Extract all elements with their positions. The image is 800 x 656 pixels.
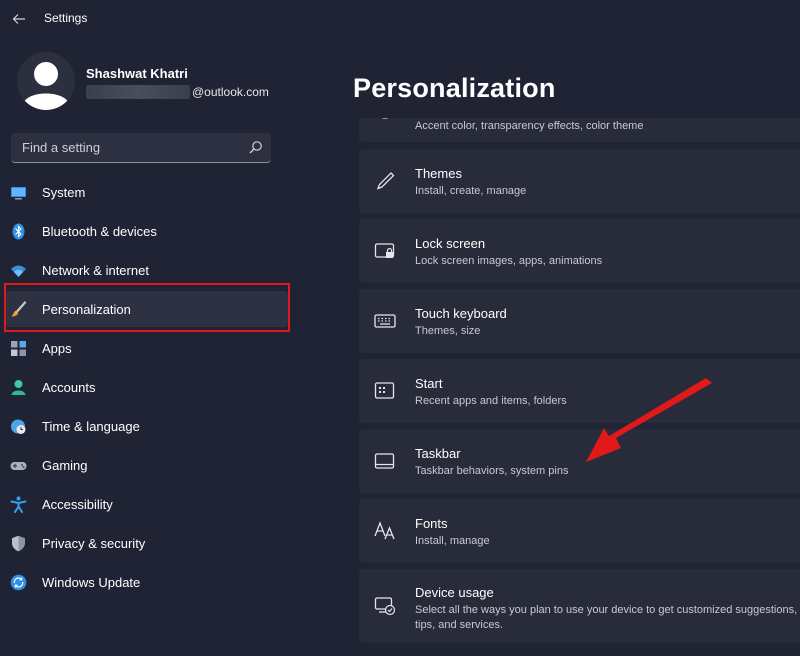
search-placeholder: Find a setting [22,140,101,155]
card-subtitle: Lock screen images, apps, animations [415,255,603,267]
sidebar-item-time-language[interactable]: Time & language [4,408,288,444]
sidebar-item-windows-update[interactable]: Windows Update [4,564,288,600]
sidebar-item-label: Time & language [42,419,140,434]
fonts-icon [374,521,395,540]
sidebar-item-label: Gaming [42,458,88,473]
card-subtitle: Recent apps and items, folders [415,395,567,407]
bluetooth-icon [12,223,25,240]
sidebar-item-apps[interactable]: Apps [4,330,288,366]
search-icon [249,141,262,154]
card-subtitle: Select all the ways you plan to use your… [415,604,798,631]
sidebar-item-bluetooth[interactable]: Bluetooth & devices [4,213,288,249]
settings-window: Settings Shashwat Khatri @outlook.com Fi… [0,0,800,656]
search-input[interactable]: Find a setting [11,133,271,163]
sidebar-item-label: System [42,185,86,200]
user-email: @outlook.com [86,83,269,101]
sidebar-item-label: Privacy & security [42,536,146,551]
apps-icon [11,341,26,356]
sidebar-item-gaming[interactable]: Gaming [4,447,288,483]
user-name: Shashwat Khatri [86,66,188,81]
card-subtitle: Install, manage [415,535,490,547]
card-subtitle: Themes, size [415,325,481,337]
annotation-arrow [586,378,712,462]
taskbar-icon [374,453,395,469]
card-title: Touch keyboard [415,306,507,321]
sidebar-item-label: Accessibility [42,497,113,512]
lock-screen-icon [374,243,395,258]
sidebar-item-label: Bluetooth & devices [42,224,157,239]
sidebar-item-system[interactable]: System [4,174,288,210]
email-redaction [86,85,190,99]
card-device-usage[interactable]: Device usage Select all the ways you pla… [359,569,800,643]
card-colors[interactable]: Accent color, transparency effects, colo… [359,118,800,142]
card-lock-screen[interactable]: Lock screen Lock screen images, apps, an… [359,219,800,283]
card-title: Fonts [415,516,448,531]
user-silhouette-icon [17,52,75,110]
card-title: Lock screen [415,236,486,251]
sidebar-item-privacy[interactable]: Privacy & security [4,525,288,561]
card-touch-keyboard[interactable]: Touch keyboard Themes, size [359,289,800,353]
card-title: Device usage [415,585,494,600]
clock-globe-icon [11,419,26,434]
pen-icon [376,172,395,190]
sidebar-item-label: Accounts [42,380,96,395]
card-fonts[interactable]: Fonts Install, manage [359,499,800,563]
highlight-annotation-box [4,283,290,332]
sidebar-item-label: Windows Update [42,575,141,590]
sidebar-item-accounts[interactable]: Accounts [4,369,288,405]
device-usage-icon [374,597,396,616]
wifi-icon [11,265,26,277]
avatar[interactable] [17,52,75,110]
update-icon [10,574,27,591]
email-domain: @outlook.com [192,85,269,99]
card-title: Themes [415,166,462,181]
card-subtitle: Accent color, transparency effects, colo… [415,120,644,132]
page-title: Personalization [353,73,556,103]
card-title: Taskbar [415,446,461,461]
palette-icon [381,118,389,119]
card-subtitle: Install, create, manage [415,185,527,197]
keyboard-icon [374,314,396,328]
back-button[interactable] [8,8,30,30]
sidebar-item-accessibility[interactable]: Accessibility [4,486,288,522]
start-icon [374,382,395,399]
title-bar: Settings [0,0,800,38]
card-subtitle: Taskbar behaviors, system pins [415,465,569,477]
system-icon [11,187,26,200]
sidebar-item-label: Network & internet [42,263,149,278]
accessibility-icon [10,496,27,513]
app-title: Settings [44,11,88,25]
gamepad-icon [10,462,27,470]
person-icon [11,380,26,395]
card-themes[interactable]: Themes Install, create, manage [359,149,800,213]
shield-icon [12,535,25,552]
sidebar-item-label: Apps [42,341,72,356]
back-arrow-icon [12,14,25,24]
card-title: Start [415,376,443,391]
